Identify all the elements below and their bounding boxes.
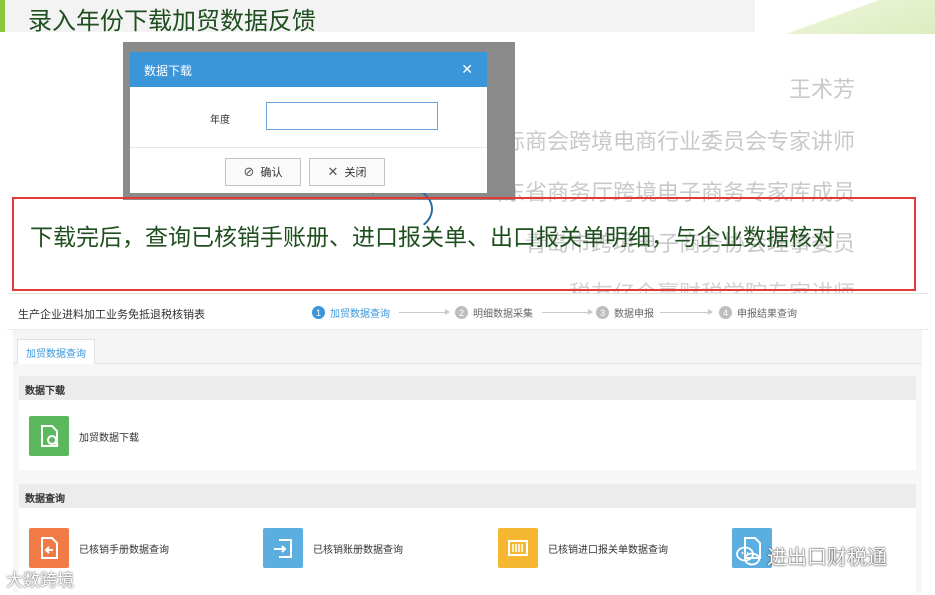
step-number: 3 bbox=[596, 306, 609, 319]
step-arrow bbox=[542, 309, 593, 315]
data-download-dialog: 数据下载 ✕ 年度 ⊘ 确认 ✕ 关闭 bbox=[130, 52, 487, 193]
watermark-name: 王术芳 bbox=[788, 78, 855, 103]
tab-bar: 加贸数据查询 bbox=[13, 330, 922, 365]
item-label: 加贸数据下载 bbox=[79, 432, 139, 444]
watermark-line: 国国际商会跨境电商行业委员会专家讲师 bbox=[458, 130, 855, 155]
section-header: 数据查询 bbox=[19, 484, 916, 508]
item-label: 已核销进口报关单数据查询 bbox=[548, 544, 668, 556]
step-arrow bbox=[660, 309, 713, 315]
slide-title: 录入年份下载加贸数据反馈 bbox=[28, 7, 316, 35]
dialog-screenshot: 数据下载 ✕ 年度 ⊘ 确认 ✕ 关闭 bbox=[123, 42, 515, 234]
query-section: 数据查询 已核销手册数据查询 已核销账册数据查询 已核销进口报关单数据查询 bbox=[19, 484, 916, 593]
document-back-icon bbox=[29, 528, 69, 568]
dialog-title: 数据下载 bbox=[144, 64, 193, 78]
title-accent-bar bbox=[0, 0, 5, 32]
document-import-icon bbox=[263, 528, 303, 568]
corner-decoration bbox=[755, 0, 935, 34]
brand-watermark-right: 进出口财税通 bbox=[735, 541, 887, 570]
app-title: 生产企业进料加工业务免抵退税核销表 bbox=[18, 309, 205, 321]
close-button[interactable]: ✕ 关闭 bbox=[309, 158, 385, 186]
step-label: 数据申报 bbox=[614, 309, 654, 320]
step-number: 1 bbox=[312, 306, 325, 319]
confirm-button[interactable]: ⊘ 确认 bbox=[225, 158, 301, 186]
brand-watermark-left: 大数跨境 bbox=[6, 571, 74, 590]
item-label: 已核销账册数据查询 bbox=[313, 544, 403, 556]
app-header: 生产企业进料加工业务免抵退税核销表 1 加贸数据查询 2 明细数据采集 3 数据… bbox=[7, 294, 928, 330]
check-circle-icon: ⊘ bbox=[243, 164, 255, 179]
x-icon: ✕ bbox=[327, 164, 339, 179]
step-2[interactable]: 2 明细数据采集 bbox=[455, 305, 533, 320]
tab-trade-data-query[interactable]: 加贸数据查询 bbox=[17, 339, 95, 365]
dialog-body: 年度 bbox=[130, 87, 487, 147]
step-label: 加贸数据查询 bbox=[330, 309, 390, 320]
year-label: 年度 bbox=[210, 115, 230, 126]
highlight-box bbox=[12, 197, 916, 291]
step-arrow bbox=[399, 309, 450, 315]
step-4[interactable]: 4 申报结果查询 bbox=[719, 305, 797, 320]
download-section: 数据下载 加贸数据下载 bbox=[19, 376, 916, 470]
year-input[interactable] bbox=[266, 102, 438, 130]
close-icon[interactable]: ✕ bbox=[461, 61, 473, 78]
document-download-icon bbox=[29, 416, 69, 456]
account-book-query-item[interactable]: 已核销账册数据查询 bbox=[263, 528, 403, 568]
slide-title-bar: 录入年份下载加贸数据反馈 bbox=[0, 0, 760, 35]
close-label: 关闭 bbox=[344, 167, 367, 179]
manual-query-item[interactable]: 已核销手册数据查询 bbox=[29, 528, 169, 568]
item-label: 已核销手册数据查询 bbox=[79, 544, 169, 556]
step-label: 申报结果查询 bbox=[737, 309, 797, 320]
barcode-icon bbox=[498, 528, 538, 568]
trade-data-download-item[interactable]: 加贸数据下载 bbox=[29, 416, 139, 456]
step-number: 4 bbox=[719, 306, 732, 319]
brand-name: 进出口财税通 bbox=[767, 547, 887, 569]
dialog-header: 数据下载 ✕ bbox=[130, 52, 487, 87]
step-3[interactable]: 3 数据申报 bbox=[596, 305, 654, 320]
dialog-footer: ⊘ 确认 ✕ 关闭 bbox=[130, 148, 487, 193]
wechat-icon bbox=[736, 546, 760, 565]
step-1[interactable]: 1 加贸数据查询 bbox=[312, 305, 390, 320]
section-header: 数据下载 bbox=[19, 376, 916, 400]
step-label: 明细数据采集 bbox=[473, 309, 533, 320]
confirm-label: 确认 bbox=[260, 167, 283, 179]
import-declaration-query-item[interactable]: 已核销进口报关单数据查询 bbox=[498, 528, 668, 568]
step-number: 2 bbox=[455, 306, 468, 319]
